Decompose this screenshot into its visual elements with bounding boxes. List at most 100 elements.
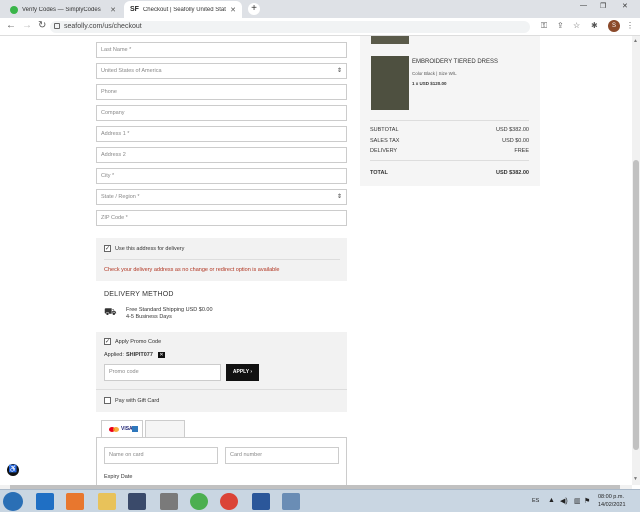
seafolly-favicon: SF — [130, 5, 139, 13]
zip-field[interactable]: ZIP Code * — [96, 210, 347, 226]
tab-other-payment[interactable] — [145, 420, 185, 438]
close-tab-icon[interactable]: ✕ — [230, 6, 236, 14]
tab-title: Checkout | Seafolly United States — [142, 6, 227, 13]
state-value: State / Region * — [101, 194, 140, 200]
phone-field[interactable]: Phone — [96, 84, 347, 100]
country-select[interactable]: United States of America ⇕ — [96, 63, 347, 79]
avatar[interactable]: S — [608, 20, 620, 32]
close-tab-icon[interactable]: ✕ — [110, 6, 116, 14]
simplycodes-icon — [10, 5, 18, 14]
select-arrows-icon: ⇕ — [336, 194, 342, 200]
tax-value: USD $0.00 — [502, 138, 529, 144]
name-on-card-input[interactable]: Name on card — [104, 447, 218, 464]
url-text: seafolly.com/us/checkout — [64, 23, 142, 30]
address-bar-row: ← → ↻ seafolly.com/us/checkout ⚿ ⇪ ☆ ✱ ⋮ — [0, 18, 640, 36]
last-name-field[interactable]: Last Name * — [96, 42, 347, 58]
divider — [104, 259, 340, 260]
clock-date[interactable]: 14/02/2021 — [598, 502, 626, 508]
menu-dots-icon[interactable]: ⋮ — [626, 21, 634, 30]
star-icon[interactable]: ☆ — [573, 21, 580, 30]
divider — [370, 160, 529, 161]
app-icon[interactable] — [282, 493, 300, 510]
product-detail: Color Black | Size W/L — [412, 71, 457, 76]
tray-arrow-icon[interactable]: ▲ — [548, 497, 555, 504]
settings-icon[interactable] — [160, 493, 178, 510]
use-address-checkbox[interactable]: ✓ — [104, 245, 111, 252]
tax-label: SALES TAX — [370, 138, 400, 144]
tab-credit-card[interactable]: VISA — [101, 420, 143, 438]
delivery-row: DELIVERY FREE — [370, 148, 529, 154]
total-value: USD $382.00 — [495, 170, 529, 176]
speaker-icon[interactable]: ◀) — [560, 497, 568, 505]
company-field[interactable]: Company — [96, 105, 347, 121]
maximize-icon[interactable]: ❐ — [600, 2, 606, 10]
subtotal-label: SUBTOTAL — [370, 127, 399, 133]
address2-field[interactable]: Address 2 — [96, 147, 347, 163]
extensions-icon[interactable]: ✱ — [591, 21, 598, 30]
minimize-icon[interactable]: — — [580, 2, 587, 9]
tab-seafolly-checkout[interactable]: SF Checkout | Seafolly United States ✕ — [124, 1, 242, 18]
reload-icon[interactable]: ↻ — [38, 20, 46, 31]
vertical-scrollbar[interactable]: ▲ ▼ — [632, 36, 640, 485]
applied-code: SHIPIT077 — [126, 352, 153, 358]
tax-row: SALES TAX USD $0.00 — [370, 138, 529, 144]
country-value: United States of America — [101, 68, 162, 74]
taskbar: ES ▲ ◀) ▥ ⚑ 08:00 p.m. 14/02/2021 — [0, 489, 640, 512]
expiry-label: Expiry Date — [104, 474, 133, 480]
windows-start-icon[interactable] — [3, 492, 23, 511]
scroll-down-icon[interactable]: ▼ — [633, 476, 638, 482]
amex-icon — [132, 426, 138, 432]
total-row: TOTAL USD $382.00 — [370, 170, 529, 176]
product-image — [371, 56, 409, 110]
media-player-icon[interactable] — [128, 493, 146, 510]
scroll-up-icon[interactable]: ▲ — [633, 38, 638, 44]
visa-icon: VISA — [121, 426, 133, 432]
address1-field[interactable]: Address 1 * — [96, 126, 347, 142]
use-address-label: Use this address for delivery — [115, 246, 185, 252]
chrome-icon[interactable] — [220, 493, 238, 510]
forward-arrow-icon[interactable]: → — [22, 20, 32, 31]
key-icon[interactable]: ⚿ — [541, 21, 547, 31]
applied-label: Applied: — [104, 352, 124, 358]
url-field[interactable]: seafolly.com/us/checkout — [50, 21, 530, 33]
product-name: EMBROIDERY TIERED DRESS — [412, 59, 499, 65]
tab-title: Verify Codes — SimplyCodes — [22, 6, 101, 13]
file-explorer-icon[interactable] — [98, 493, 116, 510]
new-tab-button[interactable]: + — [248, 3, 260, 15]
lock-icon — [54, 23, 60, 30]
gift-card-label: Pay with Gift Card — [115, 398, 160, 404]
share-icon[interactable]: ⇪ — [557, 21, 564, 30]
truck-icon: ⛟ — [104, 307, 117, 318]
apply-button[interactable]: APPLY › — [226, 364, 259, 381]
state-select[interactable]: State / Region * ⇕ — [96, 189, 347, 205]
city-field[interactable]: City * — [96, 168, 347, 184]
gift-card-checkbox[interactable] — [104, 397, 111, 404]
firefox-icon[interactable] — [66, 493, 84, 510]
apply-promo-label: Apply Promo Code — [115, 339, 162, 345]
shipping-option-days: 4-5 Business Days — [126, 314, 172, 320]
tab-simplycodes[interactable]: Verify Codes — SimplyCodes ✕ — [4, 1, 122, 18]
internet-explorer-icon[interactable] — [36, 493, 54, 510]
close-window-icon[interactable]: ✕ — [622, 2, 628, 10]
card-number-input[interactable]: Card number — [225, 447, 339, 464]
select-arrows-icon: ⇕ — [336, 68, 342, 74]
apply-promo-checkbox[interactable]: ✓ — [104, 338, 111, 345]
word-icon[interactable] — [252, 493, 270, 510]
flag-icon[interactable]: ⚑ — [584, 497, 590, 505]
delivery-value: FREE — [514, 148, 529, 154]
subtotal-row: SUBTOTAL USD $382.00 — [370, 127, 529, 133]
network-icon[interactable]: ▥ — [574, 497, 581, 505]
accessibility-icon[interactable]: ♿ — [7, 464, 19, 476]
scrollbar-thumb[interactable] — [633, 160, 639, 450]
back-arrow-icon[interactable]: ← — [6, 20, 16, 31]
chrome-icon[interactable] — [190, 493, 208, 510]
mastercard-icon — [113, 427, 119, 432]
divider — [370, 120, 529, 121]
remove-code-icon[interactable]: ✕ — [158, 352, 165, 358]
product-price: 1 x USD $120.00 — [412, 81, 447, 86]
promo-code-input[interactable]: Promo code — [104, 364, 221, 381]
delivery-method-heading: DELIVERY METHOD — [104, 291, 174, 298]
divider — [96, 389, 347, 390]
clock-time[interactable]: 08:00 p.m. — [598, 494, 624, 500]
language-indicator[interactable]: ES — [532, 498, 539, 504]
